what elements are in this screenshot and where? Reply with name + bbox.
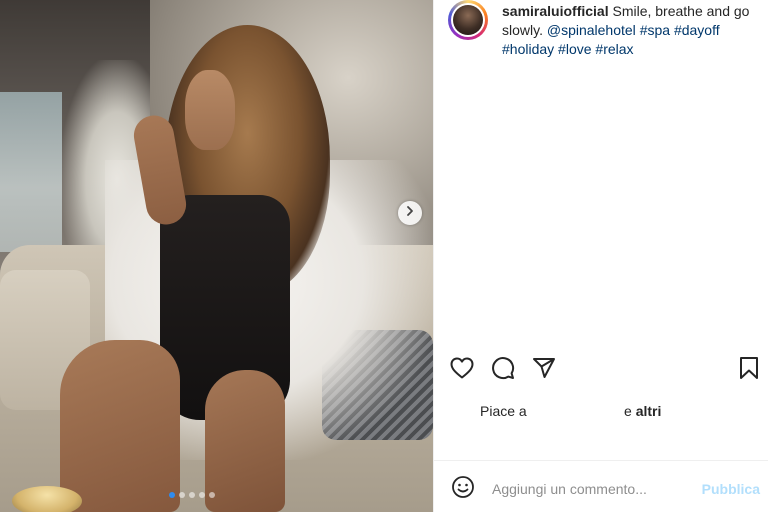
share-button[interactable] <box>530 356 558 384</box>
carousel-dot <box>209 492 215 498</box>
save-button[interactable] <box>735 356 763 384</box>
post-details-panel: samiraluiofficial Smile, breathe and go … <box>433 0 768 512</box>
likes-prefix: Piace a <box>480 403 527 419</box>
emoji-button[interactable] <box>450 475 476 504</box>
likes-summary: Piace a e altri <box>480 403 661 419</box>
profile-avatar-icon <box>453 5 483 35</box>
chevron-right-icon <box>404 204 416 222</box>
post-caption: samiraluiofficial Smile, breathe and go … <box>502 2 760 59</box>
post-photo[interactable] <box>0 0 433 512</box>
paper-plane-icon <box>532 356 556 385</box>
hashtag-link[interactable]: #dayoff <box>674 22 720 38</box>
username-link[interactable]: samiraluiofficial <box>502 3 609 19</box>
comment-divider <box>434 460 768 461</box>
avatar-border <box>451 3 485 37</box>
carousel-indicator <box>169 492 215 498</box>
add-comment-bar: Pubblica <box>450 474 760 504</box>
background-window <box>0 92 62 252</box>
carousel-dot <box>189 492 195 498</box>
hashtag-link[interactable]: #holiday <box>502 41 554 57</box>
drink-glass <box>12 486 82 512</box>
carousel-dot <box>169 492 175 498</box>
leg-left <box>60 340 180 512</box>
comment-bubble-icon <box>491 356 515 385</box>
hashtag-link[interactable]: #spa <box>640 22 670 38</box>
likes-others[interactable]: e altri <box>624 403 661 419</box>
carousel-dot <box>199 492 205 498</box>
caption-row: samiraluiofficial Smile, breathe and go … <box>448 0 763 59</box>
carousel-dot <box>179 492 185 498</box>
smiley-icon <box>451 475 475 504</box>
likes-suffix-pre: e <box>624 403 636 419</box>
comment-input[interactable] <box>492 481 682 497</box>
publish-button[interactable]: Pubblica <box>702 481 760 497</box>
avatar[interactable] <box>448 0 488 40</box>
carousel-next-button[interactable] <box>398 201 422 225</box>
leg-right <box>205 370 285 512</box>
bookmark-icon <box>739 356 759 385</box>
hashtag-link[interactable]: #relax <box>595 41 633 57</box>
post-action-bar <box>448 354 763 386</box>
hashtag-link[interactable]: #love <box>558 41 591 57</box>
comment-button[interactable] <box>489 356 517 384</box>
like-button[interactable] <box>448 356 476 384</box>
likes-others-link[interactable]: altri <box>636 403 662 419</box>
face <box>185 70 235 150</box>
heart-icon <box>450 357 474 384</box>
mention-link[interactable]: @spinalehotel <box>547 22 636 38</box>
